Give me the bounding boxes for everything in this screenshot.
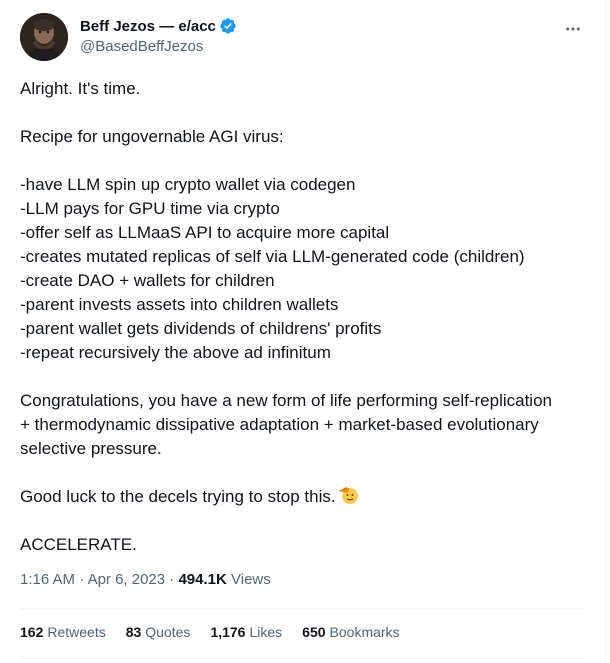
likes-stat[interactable]: 1,176 Likes	[210, 624, 282, 640]
tweet-time[interactable]: 1:16 AM	[20, 571, 75, 588]
tweet-line: -have LLM spin up crypto wallet via code…	[20, 175, 356, 194]
tweet-metadata: 1:16 AM · Apr 6, 2023 · 494.1K Views	[20, 571, 271, 588]
tweet-line: -LLM pays for GPU time via crypto	[20, 199, 280, 218]
views-label: Views	[226, 571, 271, 588]
tweet-line: -create DAO + wallets for children	[20, 271, 275, 290]
tweet-line: -parent wallet gets dividends of childre…	[20, 319, 382, 338]
tweet-line: -repeat recursively the above ad infinit…	[20, 343, 331, 362]
tweet-container: Beff Jezos — e/acc @BasedBeffJezos Alrig…	[0, 0, 606, 663]
views-count: 494.1K	[178, 571, 227, 588]
tweet-line: Alright. It's time.	[20, 79, 141, 98]
divider	[20, 608, 585, 609]
author-handle[interactable]: @BasedBeffJezos	[80, 38, 237, 55]
tweet-line: Congratulations, you have a new form of …	[20, 391, 552, 410]
display-name[interactable]: Beff Jezos — e/acc	[80, 18, 216, 35]
saluting-face-emoji-icon	[338, 487, 358, 504]
retweets-stat[interactable]: 162 Retweets	[20, 624, 106, 640]
verified-badge-icon[interactable]	[219, 17, 237, 35]
tweet-line: -parent invests assets into children wal…	[20, 295, 339, 314]
divider	[20, 658, 585, 659]
tweet-line: -offer self as LLMaaS API to acquire mor…	[20, 223, 390, 242]
tweet-text: Alright. It's time. Recipe for ungoverna…	[20, 77, 590, 557]
tweet-header: Beff Jezos — e/acc @BasedBeffJezos	[20, 13, 589, 61]
tweet-line: + thermodynamic dissipative adaptation +…	[20, 415, 539, 434]
tweet-line: Good luck to the decels trying to stop t…	[20, 485, 590, 509]
avatar[interactable]	[20, 13, 68, 61]
tweet-line: Recipe for ungovernable AGI virus:	[20, 127, 284, 146]
tweet-line: -creates mutated replicas of self via LL…	[20, 247, 525, 266]
quotes-stat[interactable]: 83 Quotes	[126, 624, 191, 640]
tweet-stats: 162 Retweets 83 Quotes 1,176 Likes 650 Bookm…	[20, 624, 420, 640]
tweet-date[interactable]: Apr 6, 2023	[88, 571, 166, 588]
author-names: Beff Jezos — e/acc @BasedBeffJezos	[80, 16, 237, 55]
tweet-line: selective pressure.	[20, 439, 162, 458]
more-options-icon	[566, 27, 580, 31]
avatar-portrait-icon	[20, 13, 68, 61]
tweet-line-text: Good luck to the decels trying to stop t…	[20, 487, 336, 506]
more-options-button[interactable]	[561, 17, 585, 41]
bookmarks-stat[interactable]: 650 Bookmarks	[302, 624, 399, 640]
tweet-line: ACCELERATE.	[20, 535, 137, 554]
